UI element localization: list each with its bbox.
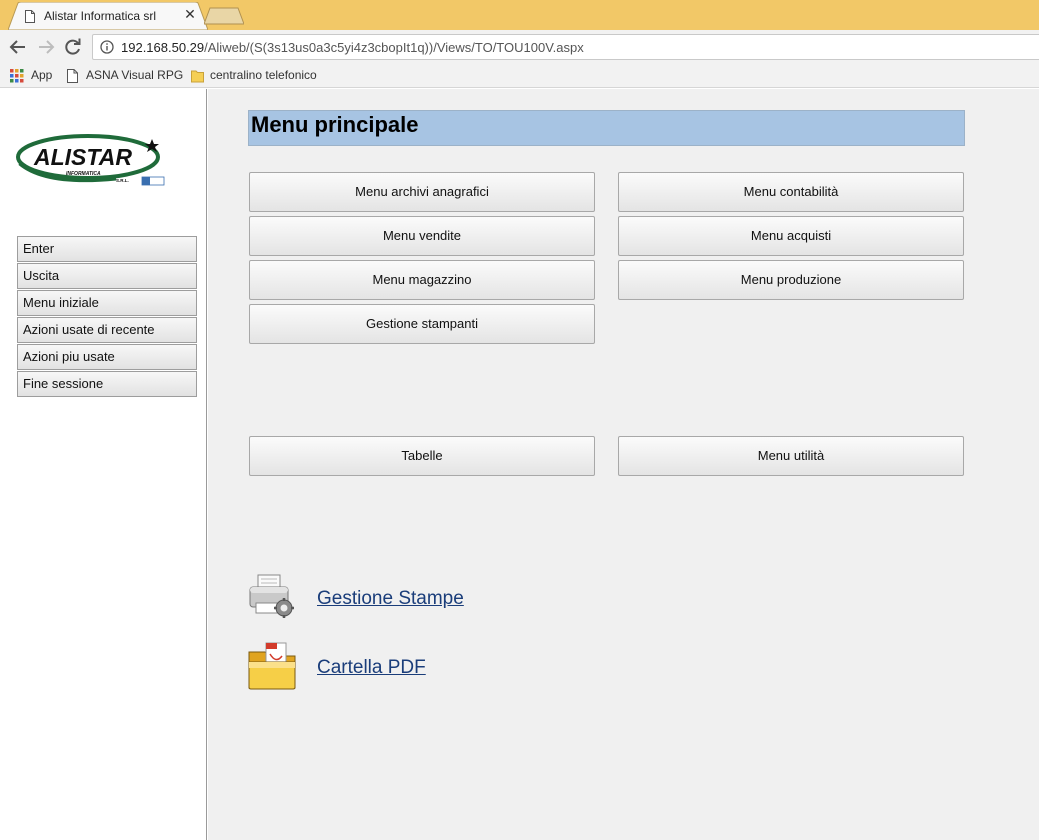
tab-strip: Alistar Informatica srl ✕ <box>0 0 1039 30</box>
menu-acquisti-button[interactable]: Menu acquisti <box>618 216 964 256</box>
tab-title: Alistar Informatica srl <box>44 9 157 23</box>
address-bar[interactable]: 192.168.50.29/Aliweb/(S(3s13us0a3c5yi4z3… <box>92 34 1039 60</box>
cartella-pdf-link[interactable]: Cartella PDF <box>317 657 426 679</box>
info-icon[interactable] <box>100 40 114 54</box>
sidebar-item-azioni-recenti[interactable]: Azioni usate di recente <box>17 317 197 343</box>
sidebar-item-menu-iniziale[interactable]: Menu iniziale <box>17 290 197 316</box>
sidebar-item-enter[interactable]: Enter <box>17 236 197 262</box>
sidebar-item-uscita[interactable]: Uscita <box>17 263 197 289</box>
url-host: 192.168.50.29 <box>121 40 205 55</box>
logo-sub-text: INFORMATICA <box>66 171 101 177</box>
folder-icon <box>191 70 204 83</box>
main-content: Menu principale Menu archivi anagrafici … <box>208 89 1039 840</box>
page-favicon-icon <box>25 10 35 23</box>
logo-suffix-text: S.R.L. <box>116 178 129 183</box>
tab-close-icon[interactable]: ✕ <box>183 7 197 21</box>
bookmark-asna[interactable]: ASNA Visual RPG <box>67 68 187 84</box>
menu-vendite-button[interactable]: Menu vendite <box>249 216 595 256</box>
new-tab-button[interactable] <box>204 7 244 25</box>
gestione-stampanti-button[interactable]: Gestione stampanti <box>249 304 595 344</box>
side-menu: Enter Uscita Menu iniziale Azioni usate … <box>17 236 197 398</box>
printer-settings-icon[interactable] <box>248 573 296 623</box>
sidebar-item-azioni-usate[interactable]: Azioni piu usate <box>17 344 197 370</box>
apps-grid-icon <box>10 69 24 83</box>
bookmark-centralino[interactable]: centralino telefonico <box>191 68 331 84</box>
url-text: 192.168.50.29/Aliweb/(S(3s13us0a3c5yi4z3… <box>121 40 584 55</box>
pdf-folder-icon[interactable] <box>248 642 296 692</box>
logo-brand-text: ALISTAR <box>33 144 132 170</box>
menu-contabilita-button[interactable]: Menu contabilità <box>618 172 964 212</box>
back-arrow-icon[interactable] <box>9 38 27 56</box>
menu-utilita-button[interactable]: Menu utilità <box>618 436 964 476</box>
browser-tab[interactable]: Alistar Informatica srl ✕ <box>8 2 208 30</box>
bookmark-label: ASNA Visual RPG <box>86 68 184 82</box>
sidebar-item-fine-sessione[interactable]: Fine sessione <box>17 371 197 397</box>
menu-archivi-anagrafici-button[interactable]: Menu archivi anagrafici <box>249 172 595 212</box>
bookmark-label: centralino telefonico <box>210 68 317 82</box>
alistar-logo: ALISTAR INFORMATICA S.R.L. <box>16 134 165 186</box>
bookmark-label: App <box>31 68 53 82</box>
page-icon <box>67 69 78 83</box>
sidebar: ALISTAR INFORMATICA S.R.L. Enter Uscita … <box>0 89 207 840</box>
menu-magazzino-button[interactable]: Menu magazzino <box>249 260 595 300</box>
reload-icon[interactable] <box>64 38 82 56</box>
bookmarks-bar: App ASNA Visual RPG centralino telefonic… <box>0 64 1039 88</box>
forward-arrow-icon[interactable] <box>37 38 55 56</box>
gestione-stampe-link[interactable]: Gestione Stampe <box>317 588 464 610</box>
tabelle-button[interactable]: Tabelle <box>249 436 595 476</box>
page-title: Menu principale <box>248 110 965 146</box>
menu-produzione-button[interactable]: Menu produzione <box>618 260 964 300</box>
url-path: /Aliweb/(S(3s13us0a3c5yi4z3cbopIt1q))/Vi… <box>204 40 584 55</box>
bookmark-apps[interactable]: App <box>10 68 60 84</box>
browser-toolbar: 192.168.50.29/Aliweb/(S(3s13us0a3c5yi4z3… <box>0 30 1039 64</box>
